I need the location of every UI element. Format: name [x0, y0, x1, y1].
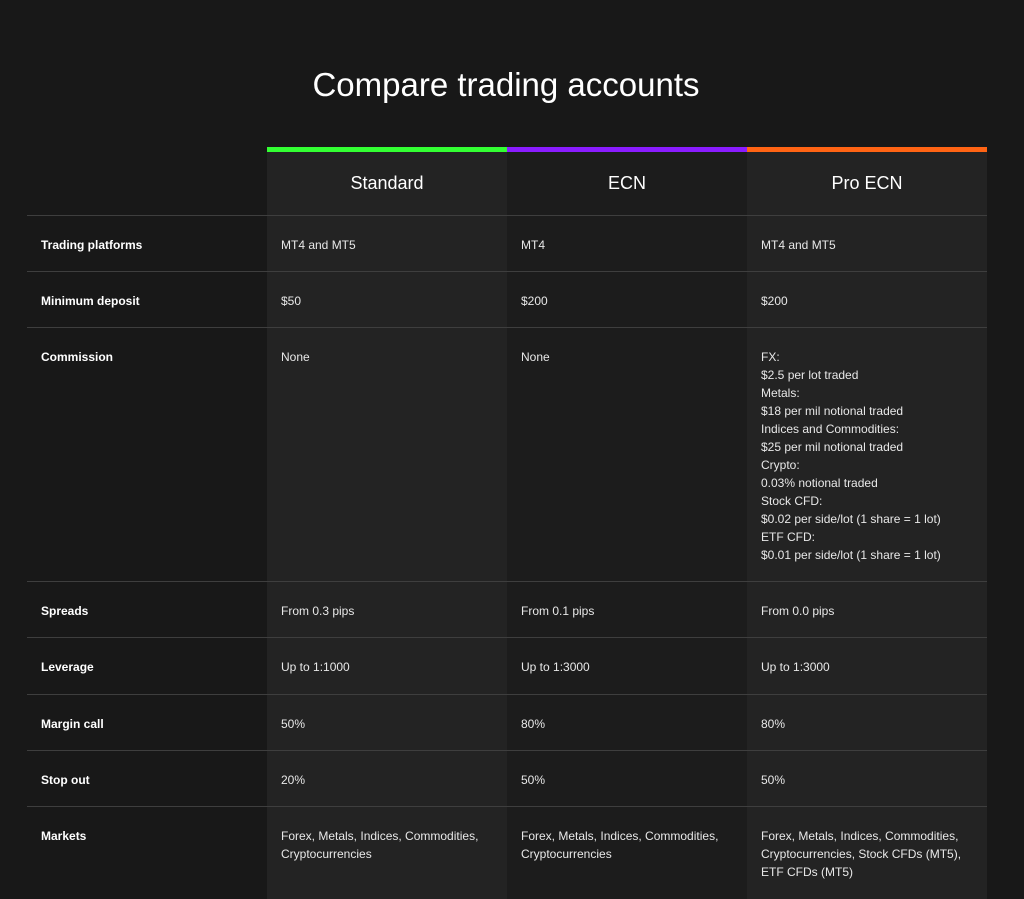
- table-row-markets: Markets Forex, Metals, Indices, Commoditi…: [27, 806, 987, 899]
- cell-text-line: From 0.3 pips: [281, 604, 355, 618]
- cell-text-line: 50%: [521, 773, 546, 787]
- cell-text-line: Forex, Metals, Indices, Commodities,: [281, 829, 479, 843]
- cell-text-line: 80%: [521, 717, 546, 731]
- standard-value-cell: 20%: [281, 751, 501, 789]
- cell-text-line: $25 per mil notional traded: [761, 440, 904, 454]
- cell-text-line: Cryptocurrencies: [521, 847, 612, 861]
- table-row-trading-platforms: Trading platforms MT4 and MT5 MT4 MT4 and M…: [27, 215, 987, 271]
- row-label: Minimum deposit: [41, 294, 140, 308]
- standard-value-cell: Forex, Metals, Indices, Commodities, Cryp…: [281, 807, 501, 863]
- column-header-pro-ecn: Pro ECN: [831, 173, 903, 193]
- cell-text-line: ETF CFDs (MT5): [761, 865, 853, 879]
- ecn-value-cell: From 0.1 pips: [521, 582, 741, 620]
- cell-text-line: Up to 1:3000: [761, 660, 830, 674]
- cell-text-line: Crypto:: [761, 458, 800, 472]
- cell-text-line: $0.02 per side/lot (1 share = 1 lot): [761, 512, 941, 526]
- cell-text-line: From 0.1 pips: [521, 604, 595, 618]
- table-row-margin-call: Margin call 50% 80% 80%: [27, 694, 987, 750]
- pro-ecn-value-cell: 50%: [761, 751, 981, 789]
- cell-text-line: Up to 1:3000: [521, 660, 590, 674]
- cell-text-line: None: [281, 350, 310, 364]
- standard-value-cell: From 0.3 pips: [281, 582, 501, 620]
- pro-ecn-value-cell: MT4 and MT5: [761, 216, 981, 254]
- ecn-value-cell: MT4: [521, 216, 741, 254]
- cell-text-line: $2.5 per lot traded: [761, 368, 859, 382]
- cell-text-line: 50%: [761, 773, 786, 787]
- cell-text-line: $18 per mil notional traded: [761, 404, 904, 418]
- standard-value-cell: None: [281, 328, 501, 366]
- cell-text-line: Metals:: [761, 386, 800, 400]
- cell-text-line: Forex, Metals, Indices, Commodities,: [761, 829, 959, 843]
- standard-value-cell: 50%: [281, 695, 501, 733]
- cell-text-line: Indices and Commodities:: [761, 422, 900, 436]
- cell-text-line: Stock CFD:: [761, 494, 823, 508]
- table-row-spreads: Spreads From 0.3 pips From 0.1 pips From 0.…: [27, 581, 987, 637]
- cell-text-line: 20%: [281, 773, 306, 787]
- ecn-value-cell: 80%: [521, 695, 741, 733]
- ecn-value-cell: 50%: [521, 751, 741, 789]
- row-label: Stop out: [41, 773, 90, 787]
- table-row-stop-out: Stop out 20% 50% 50%: [27, 750, 987, 806]
- cell-text-line: MT4 and MT5: [761, 238, 836, 252]
- standard-value-cell: Up to 1:1000: [281, 638, 501, 676]
- cell-text-line: $200: [521, 294, 548, 308]
- cell-text-line: From 0.0 pips: [761, 604, 835, 618]
- table-row-minimum-deposit: Minimum deposit $50 $200 $200: [27, 271, 987, 327]
- cell-text-line: FX:: [761, 350, 780, 364]
- column-header-ecn: ECN: [607, 173, 646, 193]
- standard-value-cell: $50: [281, 272, 501, 310]
- row-label: Commission: [41, 350, 114, 364]
- ecn-value-cell: Up to 1:3000: [521, 638, 741, 676]
- row-label: Margin call: [41, 717, 104, 731]
- compare-accounts-page: Compare trading accounts Standard ECN Pr…: [0, 0, 1024, 899]
- cell-text-line: 80%: [761, 717, 786, 731]
- cell-text-line: ETF CFD:: [761, 530, 815, 544]
- pro-ecn-value-cell: Forex, Metals, Indices, Commodities, Cryp…: [761, 807, 981, 881]
- pro-ecn-value-cell: From 0.0 pips: [761, 582, 981, 620]
- ecn-value-cell: $200: [521, 272, 741, 310]
- cell-text-line: Up to 1:1000: [281, 660, 350, 674]
- pro-ecn-value-cell: Up to 1:3000: [761, 638, 981, 676]
- ecn-value-cell: None: [521, 328, 741, 366]
- row-label: Leverage: [41, 660, 94, 674]
- cell-text-line: 0.03% notional traded: [761, 476, 878, 490]
- standard-value-cell: MT4 and MT5: [281, 216, 501, 254]
- cell-text-line: 50%: [281, 717, 306, 731]
- cell-text-line: Cryptocurrencies: [281, 847, 372, 861]
- page-title: Compare trading accounts: [312, 66, 700, 103]
- row-label: Spreads: [41, 604, 89, 618]
- table-row-leverage: Leverage Up to 1:1000 Up to 1:3000 Up to 1:…: [27, 637, 987, 694]
- row-label: Trading platforms: [41, 238, 143, 252]
- cell-text-line: MT4: [521, 238, 545, 252]
- pro-ecn-value-cell: FX: $2.5 per lot traded Metals: $18 per mil…: [761, 328, 981, 564]
- cell-text-line: $50: [281, 294, 302, 308]
- cell-text-line: Cryptocurrencies, Stock CFDs (MT5),: [761, 847, 962, 861]
- pro-ecn-value-cell: 80%: [761, 695, 981, 733]
- cell-text-line: None: [521, 350, 550, 364]
- cell-text-line: $0.01 per side/lot (1 share = 1 lot): [761, 548, 941, 562]
- ecn-value-cell: Forex, Metals, Indices, Commodities, Cryp…: [521, 807, 741, 863]
- cell-text-line: $200: [761, 294, 788, 308]
- table-row-commission: Commission None None FX: $2.5 per lot traded…: [27, 327, 987, 581]
- cell-text-line: MT4 and MT5: [281, 238, 356, 252]
- pro-ecn-value-cell: $200: [761, 272, 981, 310]
- cell-text-line: Forex, Metals, Indices, Commodities,: [521, 829, 719, 843]
- column-header-standard: Standard: [350, 173, 424, 193]
- row-label: Markets: [41, 829, 87, 843]
